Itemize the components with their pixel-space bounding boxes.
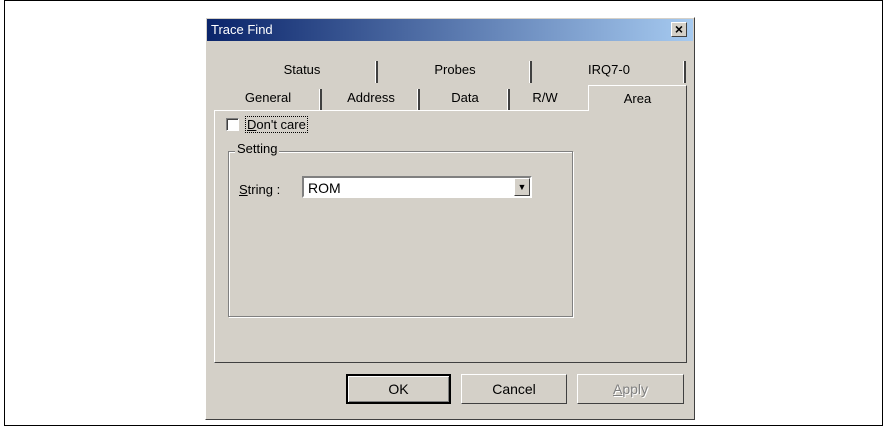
dropdown-arrow-button[interactable]: ▼ — [514, 178, 530, 196]
tab-irq-label: IRQ7-0 — [588, 62, 630, 77]
apply-button[interactable]: Apply — [577, 374, 684, 404]
window-title: Trace Find — [211, 22, 273, 37]
string-dropdown[interactable]: ROM ▼ — [302, 176, 532, 198]
tab-general-label: General — [244, 90, 292, 105]
tab-data[interactable]: Data — [420, 88, 510, 111]
tab-probes-label: Probes — [434, 62, 476, 77]
string-value: ROM — [308, 180, 341, 196]
setting-group-label: Setting — [235, 141, 280, 156]
tab-address[interactable]: Address — [322, 88, 420, 111]
cancel-button[interactable]: Cancel — [461, 374, 567, 404]
chevron-down-icon: ▼ — [517, 182, 527, 192]
tab-general[interactable]: General — [214, 88, 322, 111]
tab-area-label: Area — [623, 91, 652, 106]
tab-status-label: Status — [283, 62, 321, 77]
tab-data-label: Data — [451, 90, 479, 105]
tab-area[interactable]: Area — [588, 85, 687, 111]
string-label: String : — [239, 182, 281, 197]
tab-rw[interactable]: R/W — [510, 88, 580, 110]
tab-rw-label: R/W — [532, 90, 558, 105]
tab-address-label: Address — [347, 90, 395, 105]
title-bar[interactable]: Trace Find × — [207, 19, 693, 41]
dont-care-checkbox[interactable] — [226, 118, 239, 131]
trace-find-dialog: Trace Find × Status Probes IRQ7-0 Genera… — [205, 17, 695, 420]
tab-probes[interactable]: Probes — [378, 60, 532, 83]
tab-status[interactable]: Status — [226, 60, 378, 83]
ok-button[interactable]: OK — [346, 374, 451, 404]
tab-irq[interactable]: IRQ7-0 — [532, 60, 686, 83]
close-button[interactable]: × — [671, 22, 687, 37]
close-icon: × — [674, 21, 684, 37]
dont-care-label[interactable]: Don't care — [245, 116, 308, 133]
tab-separator — [683, 61, 686, 83]
